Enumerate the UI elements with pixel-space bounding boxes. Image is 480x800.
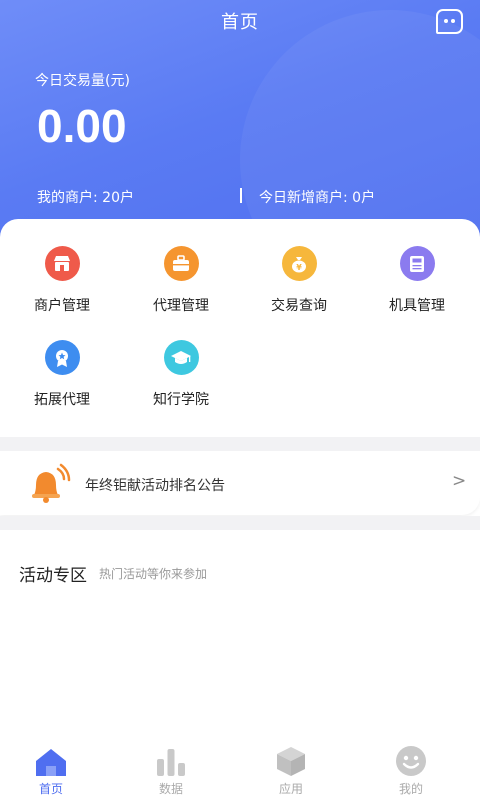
activity-section-subtitle: 热门活动等你来参加: [99, 567, 208, 581]
section-divider: [0, 516, 480, 530]
chevron-right-icon: >: [452, 471, 467, 491]
menu-item-label: 知行学院: [153, 392, 209, 408]
menu-card: 商户管理 代理管理 ¥ 交易查询 机具管理 拓展代理 知行学院: [0, 219, 480, 437]
tab-data[interactable]: 数据: [111, 735, 231, 797]
message-icon[interactable]: [436, 9, 463, 34]
volume-value: 0.00: [37, 100, 127, 152]
graduation-cap-icon: [163, 340, 199, 375]
page-title: 首页: [221, 12, 259, 33]
menu-item-label: 商户管理: [34, 298, 90, 314]
tab-mine[interactable]: 我的: [351, 735, 471, 797]
menu-item-merchant[interactable]: 商户管理: [2, 246, 122, 315]
bar-chart-icon: [111, 741, 231, 777]
smiley-icon: [351, 741, 471, 777]
menu-item-expand-agent[interactable]: 拓展代理: [2, 340, 122, 409]
my-merchants-stat[interactable]: 我的商户: 20户: [37, 187, 134, 207]
tab-label: 应用: [278, 782, 303, 796]
activity-section-title: 活动专区: [19, 566, 87, 586]
menu-item-label: 交易查询: [271, 298, 327, 314]
money-bag-icon: ¥: [281, 246, 317, 281]
tab-apps[interactable]: 应用: [231, 735, 351, 797]
section-divider: [0, 437, 480, 451]
new-merchants-stat[interactable]: 今日新增商户: 0户: [259, 187, 375, 207]
tab-label: 数据: [158, 782, 183, 796]
bell-icon: [28, 463, 72, 507]
notice-bar[interactable]: 年终钜献活动排名公告 >: [0, 451, 480, 515]
volume-label: 今日交易量(元): [35, 73, 130, 89]
stat-divider: [240, 188, 242, 203]
tab-label: 首页: [38, 782, 63, 796]
svg-text:¥: ¥: [296, 263, 302, 272]
menu-item-academy[interactable]: 知行学院: [121, 340, 241, 409]
bottom-tab-bar: 首页 数据 应用 我的: [0, 735, 480, 800]
tab-label: 我的: [398, 782, 423, 796]
award-badge-icon: [44, 340, 80, 375]
menu-item-label: 代理管理: [153, 298, 209, 314]
briefcase-icon: [163, 246, 199, 281]
menu-item-label: 机具管理: [389, 298, 445, 314]
menu-item-label: 拓展代理: [34, 392, 90, 408]
home-icon: [0, 741, 111, 777]
menu-item-device[interactable]: 机具管理: [357, 246, 477, 315]
menu-item-transaction[interactable]: ¥ 交易查询: [239, 246, 359, 315]
tab-home[interactable]: 首页: [0, 735, 111, 797]
notice-text: 年终钜献活动排名公告: [85, 478, 225, 494]
pos-terminal-icon: [399, 246, 435, 281]
store-icon: [44, 246, 80, 281]
menu-item-agent[interactable]: 代理管理: [121, 246, 241, 315]
cube-icon: [231, 741, 351, 777]
